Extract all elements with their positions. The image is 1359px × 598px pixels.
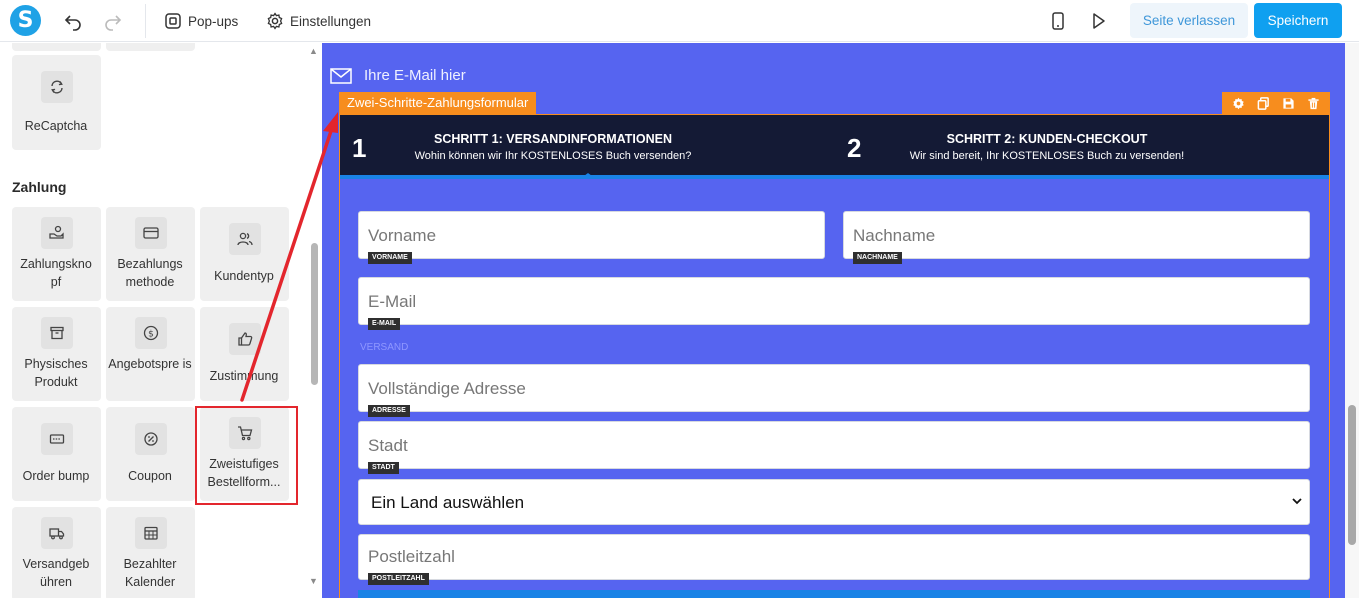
tile-recaptcha[interactable]: ReCaptcha [12,55,101,150]
order-bump-icon [40,423,73,455]
active-step-indicator [580,173,596,179]
tile-label: Order bump [22,469,90,483]
calendar-icon [134,517,167,549]
envelope-icon [330,67,352,84]
section-title-payment: Zahlung [12,179,67,195]
tile-label: Angebotspre is [108,357,192,371]
address-tag: ADRESSE [368,405,410,417]
app-logo[interactable]: S [10,5,41,36]
canvas-scroll-thumb[interactable] [1348,405,1356,545]
trash-icon[interactable] [1307,97,1320,110]
city-field[interactable]: Stadt STADT [358,421,1310,474]
lastname-field[interactable]: Nachname NACHNAME [843,211,1310,264]
firstname-tag: VORNAME [368,252,412,264]
dollar-circle-icon: $ [134,317,167,349]
firstname-field[interactable]: Vorname VORNAME [358,211,825,264]
toolbar-divider [145,4,146,38]
step-1-subtitle: Wohin können wir Ihr KOSTENLOSES Buch ve… [414,150,692,162]
refresh-icon [40,71,73,103]
tile-payment-button[interactable]: Zahlungskno pf [12,207,101,301]
country-select[interactable]: Ein Land auswählen [358,479,1310,525]
box-icon [40,317,73,349]
step-header: 1 SCHRITT 1: VERSANDINFORMATIONEN Wohin … [340,115,1329,179]
submit-button[interactable] [358,590,1310,598]
settings-button[interactable]: Einstellungen [266,11,371,31]
country-select-value: Ein Land auswählen [371,493,525,512]
step-2-title[interactable]: SCHRITT 2: KUNDEN-CHECKOUT [857,132,1237,146]
tile-shipping-fees[interactable]: Versandgeb ühren [12,507,101,598]
editor-canvas[interactable]: Ihre E-Mail hier Zwei-Schritte-Zahlungsf… [322,43,1345,598]
tile-physical-product[interactable]: Physisches Produkt [12,307,101,401]
tile-label: Kundentyp [214,269,274,283]
partial-tile[interactable] [106,43,195,51]
tile-label: Zahlungskno pf [20,257,92,289]
tile-label: Versandgeb ühren [22,557,90,589]
element-toolbar [1222,92,1330,114]
zip-field[interactable]: Postleitzahl POSTLEITZAHL [358,534,1310,585]
tile-label: Bezahlungs methode [117,257,183,289]
tile-offer-price[interactable]: $ Angebotspre is [106,307,195,401]
gear-icon [267,12,283,30]
settings-label: Einstellungen [290,13,372,29]
tile-order-bump[interactable]: Order bump [12,407,101,501]
zip-placeholder: Postleitzahl [368,547,455,566]
address-placeholder: Vollständige Adresse [368,379,526,398]
undo-icon[interactable] [62,10,84,32]
top-toolbar: S Pop-ups Einstellungen Seite verlassen … [0,0,1359,42]
element-label-two-step-form[interactable]: Zwei-Schritte-Zahlungsformular [339,92,537,114]
email-tag: E-MAIL [368,318,401,330]
partial-tile[interactable] [12,43,101,51]
tile-customer-type[interactable]: Kundentyp [200,207,289,301]
city-tag: STADT [368,462,399,474]
email-text: Ihre E-Mail hier [364,67,466,84]
lastname-tag: NACHNAME [853,252,902,264]
tile-consent[interactable]: Zustimmung [200,307,289,401]
sidebar-scroll-thumb[interactable] [311,243,318,385]
address-field[interactable]: Vollständige Adresse ADRESSE [358,364,1310,417]
tile-label: ReCaptcha [24,119,88,133]
partial-circle-icon [336,43,350,47]
popups-label: Pop-ups [188,13,239,29]
step-1-title[interactable]: SCHRITT 1: VERSANDINFORMATIONEN [363,132,743,146]
scroll-down-icon[interactable]: ▼ [309,576,318,586]
hand-coin-icon [40,217,73,249]
tile-coupon[interactable]: Coupon [106,407,195,501]
redo-icon[interactable] [102,10,124,32]
annotation-highlight-box [195,406,298,505]
popups-button[interactable]: Pop-ups [164,11,238,31]
firstname-placeholder: Vorname [368,226,437,245]
shipping-section-label: VERSAND [360,342,409,353]
city-placeholder: Stadt [368,436,408,455]
tile-label: Coupon [128,469,172,483]
step-2-subtitle: Wir sind bereit, Ihr KOSTENLOSES Buch zu… [909,150,1185,162]
zip-tag: POSTLEITZAHL [368,573,429,585]
thumbs-up-icon [228,323,261,355]
elements-sidebar: ReCaptcha Zahlung Zahlungskno pf Bezahlu… [0,43,322,598]
tile-label: Physisches Produkt [24,357,88,389]
save-icon[interactable] [1282,97,1295,110]
two-step-order-form[interactable]: 1 SCHRITT 1: VERSANDINFORMATIONEN Wohin … [339,114,1330,598]
chevron-down-icon [1292,498,1302,505]
mobile-preview-icon[interactable] [1047,10,1069,32]
tile-label: Zustimmung [209,369,279,383]
percent-icon [134,423,167,455]
lastname-placeholder: Nachname [853,226,936,245]
copy-icon[interactable] [1257,96,1270,110]
play-preview-icon[interactable] [1087,10,1109,32]
save-button[interactable]: Speichern [1254,3,1342,38]
email-placeholder: E-Mail [368,292,417,311]
email-field[interactable]: E-Mail E-MAIL [358,277,1310,330]
svg-text:$: $ [148,330,154,340]
leave-page-button[interactable]: Seite verlassen [1130,3,1248,38]
tile-paid-calendar[interactable]: Bezahlter Kalender [106,507,195,598]
credit-card-icon [134,217,167,249]
tile-label: Bezahlter Kalender [123,557,177,589]
users-icon [228,223,261,255]
email-info-line: Ihre E-Mail hier [330,67,466,84]
popup-icon [165,13,181,29]
tile-payment-method[interactable]: Bezahlungs methode [106,207,195,301]
truck-icon [40,517,73,549]
scroll-up-icon[interactable]: ▲ [309,46,318,56]
gear-icon[interactable] [1232,97,1245,110]
